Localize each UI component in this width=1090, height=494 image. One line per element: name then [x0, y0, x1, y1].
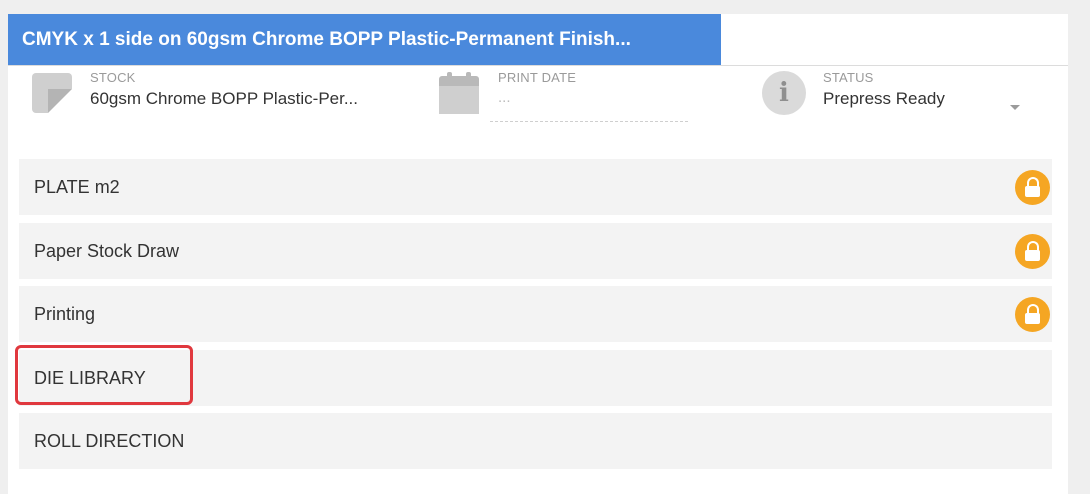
print-date-value[interactable]: ... — [498, 89, 576, 106]
lock-icon[interactable] — [1015, 170, 1050, 205]
list-item-plate-m2[interactable]: PLATE m2 — [19, 159, 1052, 215]
row-label: ROLL DIRECTION — [34, 431, 185, 451]
row-label: Printing — [34, 304, 96, 324]
list-item-paper-stock-draw[interactable]: Paper Stock Draw — [19, 223, 1052, 279]
print-date-label: PRINT DATE — [498, 70, 577, 85]
lock-icon[interactable] — [1015, 234, 1050, 269]
row-label: PLATE m2 — [34, 177, 120, 197]
stock-field: STOCK 60gsm Chrome BOPP Plastic-Per... — [90, 70, 358, 130]
status-field[interactable]: STATUS Prepress Ready — [823, 70, 945, 130]
lock-icon[interactable] — [1015, 297, 1050, 332]
list-item-roll-direction[interactable]: ROLL DIRECTION — [19, 413, 1052, 469]
print-date-underline — [490, 121, 688, 122]
stock-icon — [32, 73, 72, 113]
stock-value: 60gsm Chrome BOPP Plastic-Per... — [90, 89, 359, 108]
status-label: STATUS — [823, 70, 874, 85]
info-icon: i — [762, 71, 806, 115]
stock-label: STOCK — [90, 70, 136, 85]
calendar-icon — [439, 72, 479, 114]
row-label: Paper Stock Draw — [34, 241, 180, 261]
highlight-box — [15, 345, 193, 405]
status-value[interactable]: Prepress Ready — [823, 89, 945, 109]
chevron-down-icon[interactable] — [1010, 105, 1020, 110]
tab-divider — [8, 65, 1068, 66]
job-tab[interactable]: CMYK x 1 side on 60gsm Chrome BOPP Plast… — [8, 14, 721, 65]
list-item-printing[interactable]: Printing — [19, 286, 1052, 342]
